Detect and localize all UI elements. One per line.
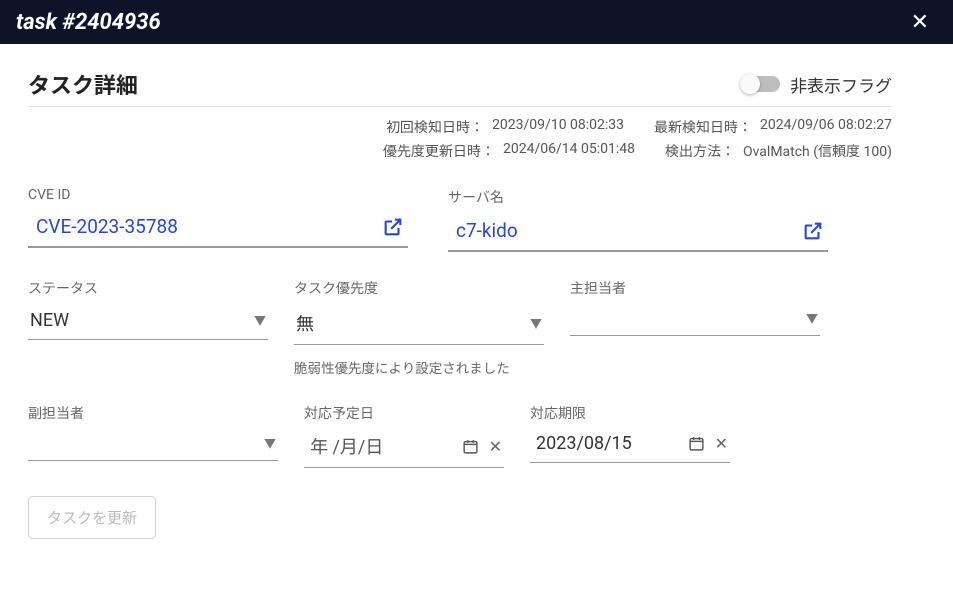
cve-link-text[interactable]: CVE-2023-35788	[36, 215, 178, 238]
scroll-area[interactable]: タスク詳細 非表示フラグ 初回検知日時： 2023/09/10 08:02:33 …	[0, 44, 953, 594]
subowner-field: 副担当者 ▼	[28, 403, 278, 468]
row-sub-dates: 副担当者 ▼ 対応予定日 年 /月/日 ✕ 対応期限	[28, 403, 892, 468]
deadline-value: 2023/08/15	[536, 433, 678, 454]
server-label: サーバ名	[448, 187, 828, 207]
clear-icon[interactable]: ✕	[715, 434, 728, 453]
open-external-icon[interactable]	[382, 216, 404, 238]
row-links: CVE ID CVE-2023-35788 サーバ名 c7-kido	[28, 187, 892, 252]
prio-update-value: 2024/06/14 05:01:48	[503, 141, 635, 161]
subowner-label: 副担当者	[28, 403, 278, 423]
priority-select[interactable]: 無 ▼	[294, 304, 544, 345]
row-selects: ステータス NEW ▼ タスク優先度 無 ▼ 脆弱性優先度により設定されました …	[28, 278, 892, 377]
owner-field: 主担当者 ▼	[570, 278, 820, 377]
planned-date-value: 年 /月/日	[310, 433, 452, 459]
hidden-flag-toggle-wrap: 非表示フラグ	[742, 72, 892, 97]
calendar-icon[interactable]	[462, 438, 479, 455]
header-row: タスク詳細 非表示フラグ	[28, 68, 892, 107]
clear-icon[interactable]: ✕	[489, 437, 502, 456]
priority-label: タスク優先度	[294, 278, 544, 298]
last-detect-value: 2024/09/06 08:02:27	[760, 117, 892, 137]
owner-select[interactable]: ▼	[570, 304, 820, 336]
deadline-input[interactable]: 2023/08/15 ✕	[530, 429, 730, 463]
server-link-text[interactable]: c7-kido	[456, 219, 518, 242]
server-link-field[interactable]: c7-kido	[448, 213, 828, 252]
content: タスク詳細 非表示フラグ 初回検知日時： 2023/09/10 08:02:33 …	[0, 44, 920, 559]
meta-row-2: 優先度更新日時： 2024/06/14 05:01:48 検出方法： OvalMat…	[383, 141, 892, 161]
server-field: サーバ名 c7-kido	[448, 187, 828, 252]
status-field: ステータス NEW ▼	[28, 278, 268, 377]
open-external-icon[interactable]	[802, 220, 824, 242]
priority-field: タスク優先度 無 ▼ 脆弱性優先度により設定されました	[294, 278, 544, 377]
chevron-down-icon: ▼	[254, 312, 266, 329]
cve-label: CVE ID	[28, 187, 408, 203]
subowner-select[interactable]: ▼	[28, 429, 278, 461]
status-label: ステータス	[28, 278, 268, 298]
deadline-field: 対応期限 2023/08/15 ✕	[530, 403, 730, 468]
prio-update-label: 優先度更新日時：	[383, 141, 495, 161]
planned-date-field: 対応予定日 年 /月/日 ✕	[304, 403, 504, 468]
status-select[interactable]: NEW ▼	[28, 304, 268, 340]
owner-label: 主担当者	[570, 278, 820, 298]
chevron-down-icon: ▼	[530, 315, 542, 332]
last-detect-label: 最新検知日時：	[654, 117, 752, 137]
update-task-button[interactable]: タスクを更新	[28, 496, 156, 539]
chevron-down-icon: ▼	[806, 310, 818, 327]
method-label: 検出方法：	[665, 141, 735, 161]
planned-date-input[interactable]: 年 /月/日 ✕	[304, 429, 504, 468]
meta-row-1: 初回検知日時： 2023/09/10 08:02:33 最新検知日時： 2024/0…	[386, 117, 892, 137]
first-detect-value: 2023/09/10 08:02:33	[492, 117, 624, 137]
status-value: NEW	[30, 310, 69, 331]
planned-date-label: 対応予定日	[304, 403, 504, 423]
method-value: OvalMatch (信頼度 100)	[743, 141, 892, 161]
cve-field: CVE ID CVE-2023-35788	[28, 187, 408, 252]
deadline-label: 対応期限	[530, 403, 730, 423]
priority-value: 無	[296, 310, 314, 336]
first-detect-label: 初回検知日時：	[386, 117, 484, 137]
hidden-flag-toggle[interactable]	[742, 76, 780, 92]
hidden-flag-label: 非表示フラグ	[790, 72, 892, 97]
page-title: タスク詳細	[28, 68, 138, 100]
title-bar: task #2404936 ✕	[0, 0, 953, 44]
close-icon[interactable]: ✕	[903, 6, 937, 39]
chevron-down-icon: ▼	[264, 435, 276, 452]
calendar-icon[interactable]	[688, 435, 705, 452]
cve-link-field[interactable]: CVE-2023-35788	[28, 209, 408, 248]
dialog-title: task #2404936	[16, 10, 161, 35]
priority-helper: 脆弱性優先度により設定されました	[294, 357, 544, 377]
meta-block: 初回検知日時： 2023/09/10 08:02:33 最新検知日時： 2024/0…	[28, 107, 892, 161]
